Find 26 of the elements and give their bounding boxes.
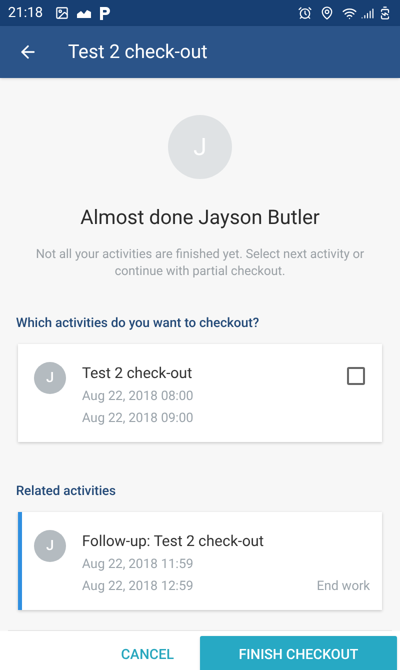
activity-start: Aug 22, 2018 08:00 <box>82 388 194 406</box>
subtitle: Not all your activities are finished yet. Select next activity or continue with partial checkout. <box>34 246 366 280</box>
parking-icon <box>98 6 111 20</box>
related-activity-card[interactable]: J Follow-up: Test 2 check-out Aug 22, 2018 11:59 Aug 22, 2018 12:59 End work <box>18 512 382 610</box>
heading: Almost done Jayson Butler <box>80 204 320 231</box>
image-icon <box>54 6 69 20</box>
status-time: 21:18 <box>8 4 43 22</box>
battery-icon <box>378 6 392 20</box>
avatar: J <box>34 362 66 394</box>
section-label: Which activities do you want to checkout? <box>15 315 260 333</box>
activity-end: Aug 22, 2018 09:00 <box>82 410 194 428</box>
avatar: J <box>34 530 66 562</box>
section-label: Related activities <box>15 483 117 501</box>
activity-title: Follow-up: Test 2 check-out <box>82 530 265 552</box>
activity-end: Aug 22, 2018 12:59 <box>82 578 194 596</box>
activity-start: Aug 22, 2018 11:59 <box>82 556 194 574</box>
wifi-icon <box>342 6 357 20</box>
activity-title: Test 2 check-out <box>82 362 194 384</box>
signal-icon <box>361 6 374 20</box>
location-icon <box>320 6 334 20</box>
chart-icon <box>76 8 91 18</box>
activity-status: End work <box>316 578 370 596</box>
app-bar-title: Test 2 check-out <box>68 38 208 65</box>
activity-card[interactable]: J Test 2 check-out Aug 22, 2018 08:00 Aug 22, 2018 09:00 <box>18 344 382 442</box>
checkbox[interactable] <box>347 366 365 384</box>
alarm-icon <box>298 6 312 20</box>
